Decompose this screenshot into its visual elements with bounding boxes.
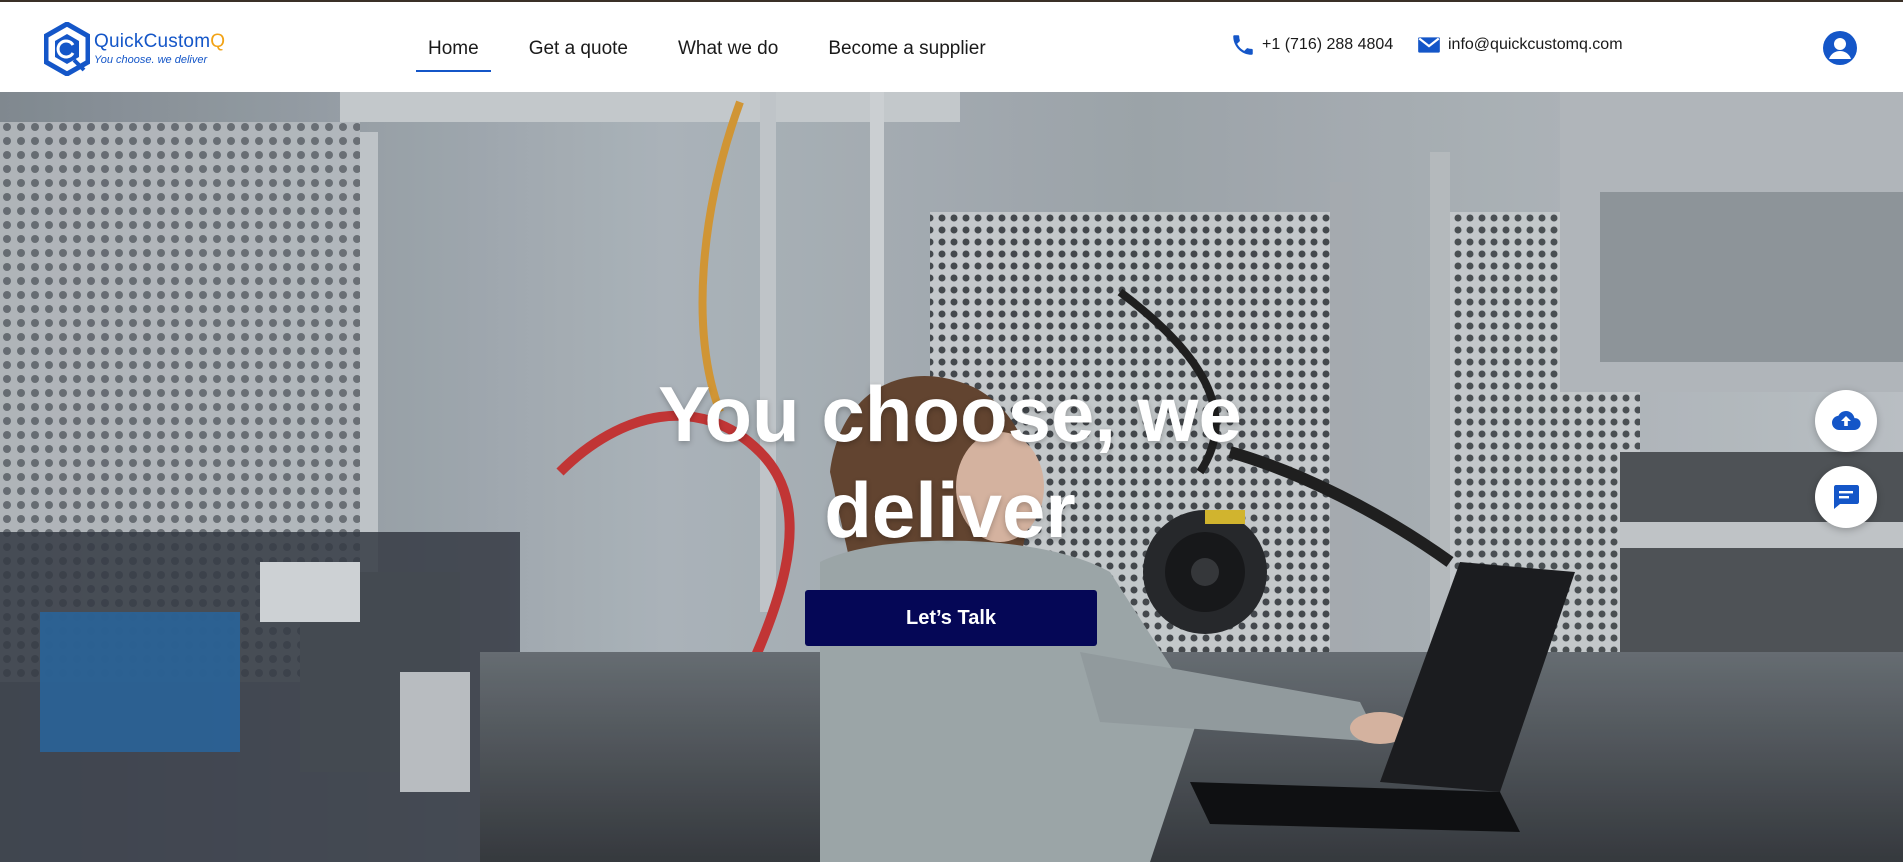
- hero-section: You choose, we deliver Let’s Talk: [0, 92, 1903, 862]
- logo-name-accent: Q: [210, 31, 226, 52]
- phone-number: +1 (716) 288 4804: [1262, 36, 1394, 53]
- nav-item-get-a-quote[interactable]: Get a quote: [517, 28, 640, 70]
- cloud-upload-icon: [1832, 411, 1861, 430]
- logo-text: QuickCustomQ You choose. we deliver: [94, 32, 225, 66]
- nav-item-what-we-do[interactable]: What we do: [666, 28, 790, 70]
- nav-item-become-a-supplier[interactable]: Become a supplier: [816, 28, 997, 70]
- email-address: info@quickcustomq.com: [1448, 36, 1623, 53]
- logo-name-main: QuickCustom: [94, 31, 211, 52]
- logo-tagline: You choose. we deliver: [94, 54, 208, 66]
- main-nav: Home Get a quote What we do Become a sup…: [416, 26, 1024, 72]
- chat-fab[interactable]: [1815, 466, 1877, 528]
- logo-name: QuickCustomQ: [94, 32, 225, 51]
- phone-link[interactable]: +1 (716) 288 4804: [1230, 32, 1393, 58]
- lets-talk-button[interactable]: Let’s Talk: [805, 590, 1097, 646]
- email-link[interactable]: info@quickcustomq.com: [1416, 32, 1623, 58]
- upload-fab[interactable]: [1815, 390, 1877, 452]
- site-header: QuickCustomQ You choose. we deliver Home…: [0, 2, 1903, 92]
- chat-icon: [1834, 485, 1859, 509]
- hero-title: You choose, we deliver: [658, 370, 1242, 555]
- mail-icon: [1418, 37, 1440, 53]
- site-logo[interactable]: QuickCustomQ You choose. we deliver: [44, 22, 244, 76]
- phone-icon: [1233, 35, 1253, 55]
- hexagon-q-logo-icon: [44, 22, 90, 76]
- nav-item-home[interactable]: Home: [416, 28, 491, 72]
- user-account-icon[interactable]: [1822, 30, 1858, 66]
